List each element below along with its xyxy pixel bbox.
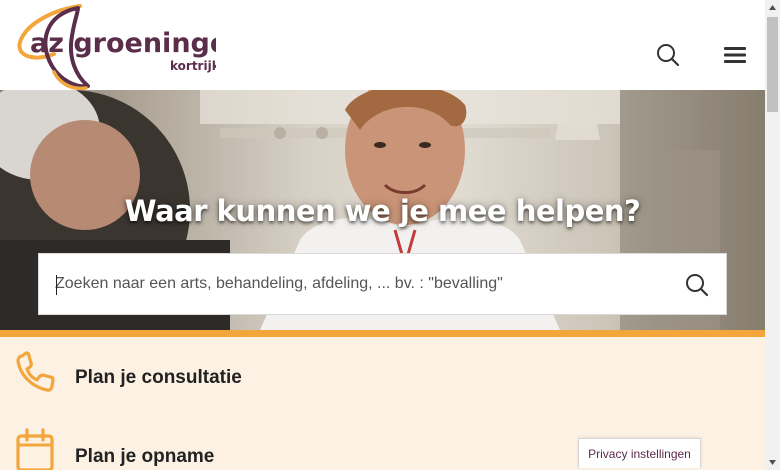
search-submit-icon[interactable] <box>685 273 709 297</box>
scrollbar-thumb[interactable] <box>767 17 778 112</box>
hero-search-input[interactable] <box>55 254 655 314</box>
search-icon[interactable] <box>656 43 680 67</box>
phone-icon <box>16 351 58 393</box>
text-caret <box>56 275 57 295</box>
vertical-scrollbar[interactable] <box>765 0 780 470</box>
hero-banner: Waar kunnen we je mee helpen? <box>0 90 765 330</box>
privacy-settings-button[interactable]: Privacy instellingen <box>578 438 701 468</box>
az-groeninge-logo[interactable]: az groeninge kortrijk <box>16 2 228 91</box>
quick-link-label: Plan je opname <box>75 446 215 467</box>
quick-link-consultatie[interactable]: Plan je consultatie <box>0 347 765 407</box>
orange-divider <box>0 330 765 337</box>
logo-brand-text: az groeninge <box>30 28 216 59</box>
scroll-up-arrow-icon[interactable] <box>765 0 780 15</box>
hamburger-menu-icon[interactable] <box>723 45 747 65</box>
logo-city-text: kortrijk <box>170 59 216 73</box>
site-header: az groeninge kortrijk <box>0 0 765 91</box>
page: az groeninge kortrijk Waar kunnen we je … <box>0 0 765 470</box>
hero-search-box <box>38 253 727 315</box>
calendar-icon <box>16 428 58 470</box>
quick-link-label: Plan je consultatie <box>75 367 242 388</box>
hero-title: Waar kunnen we je mee helpen? <box>124 194 641 228</box>
scroll-down-arrow-icon[interactable] <box>765 455 780 470</box>
